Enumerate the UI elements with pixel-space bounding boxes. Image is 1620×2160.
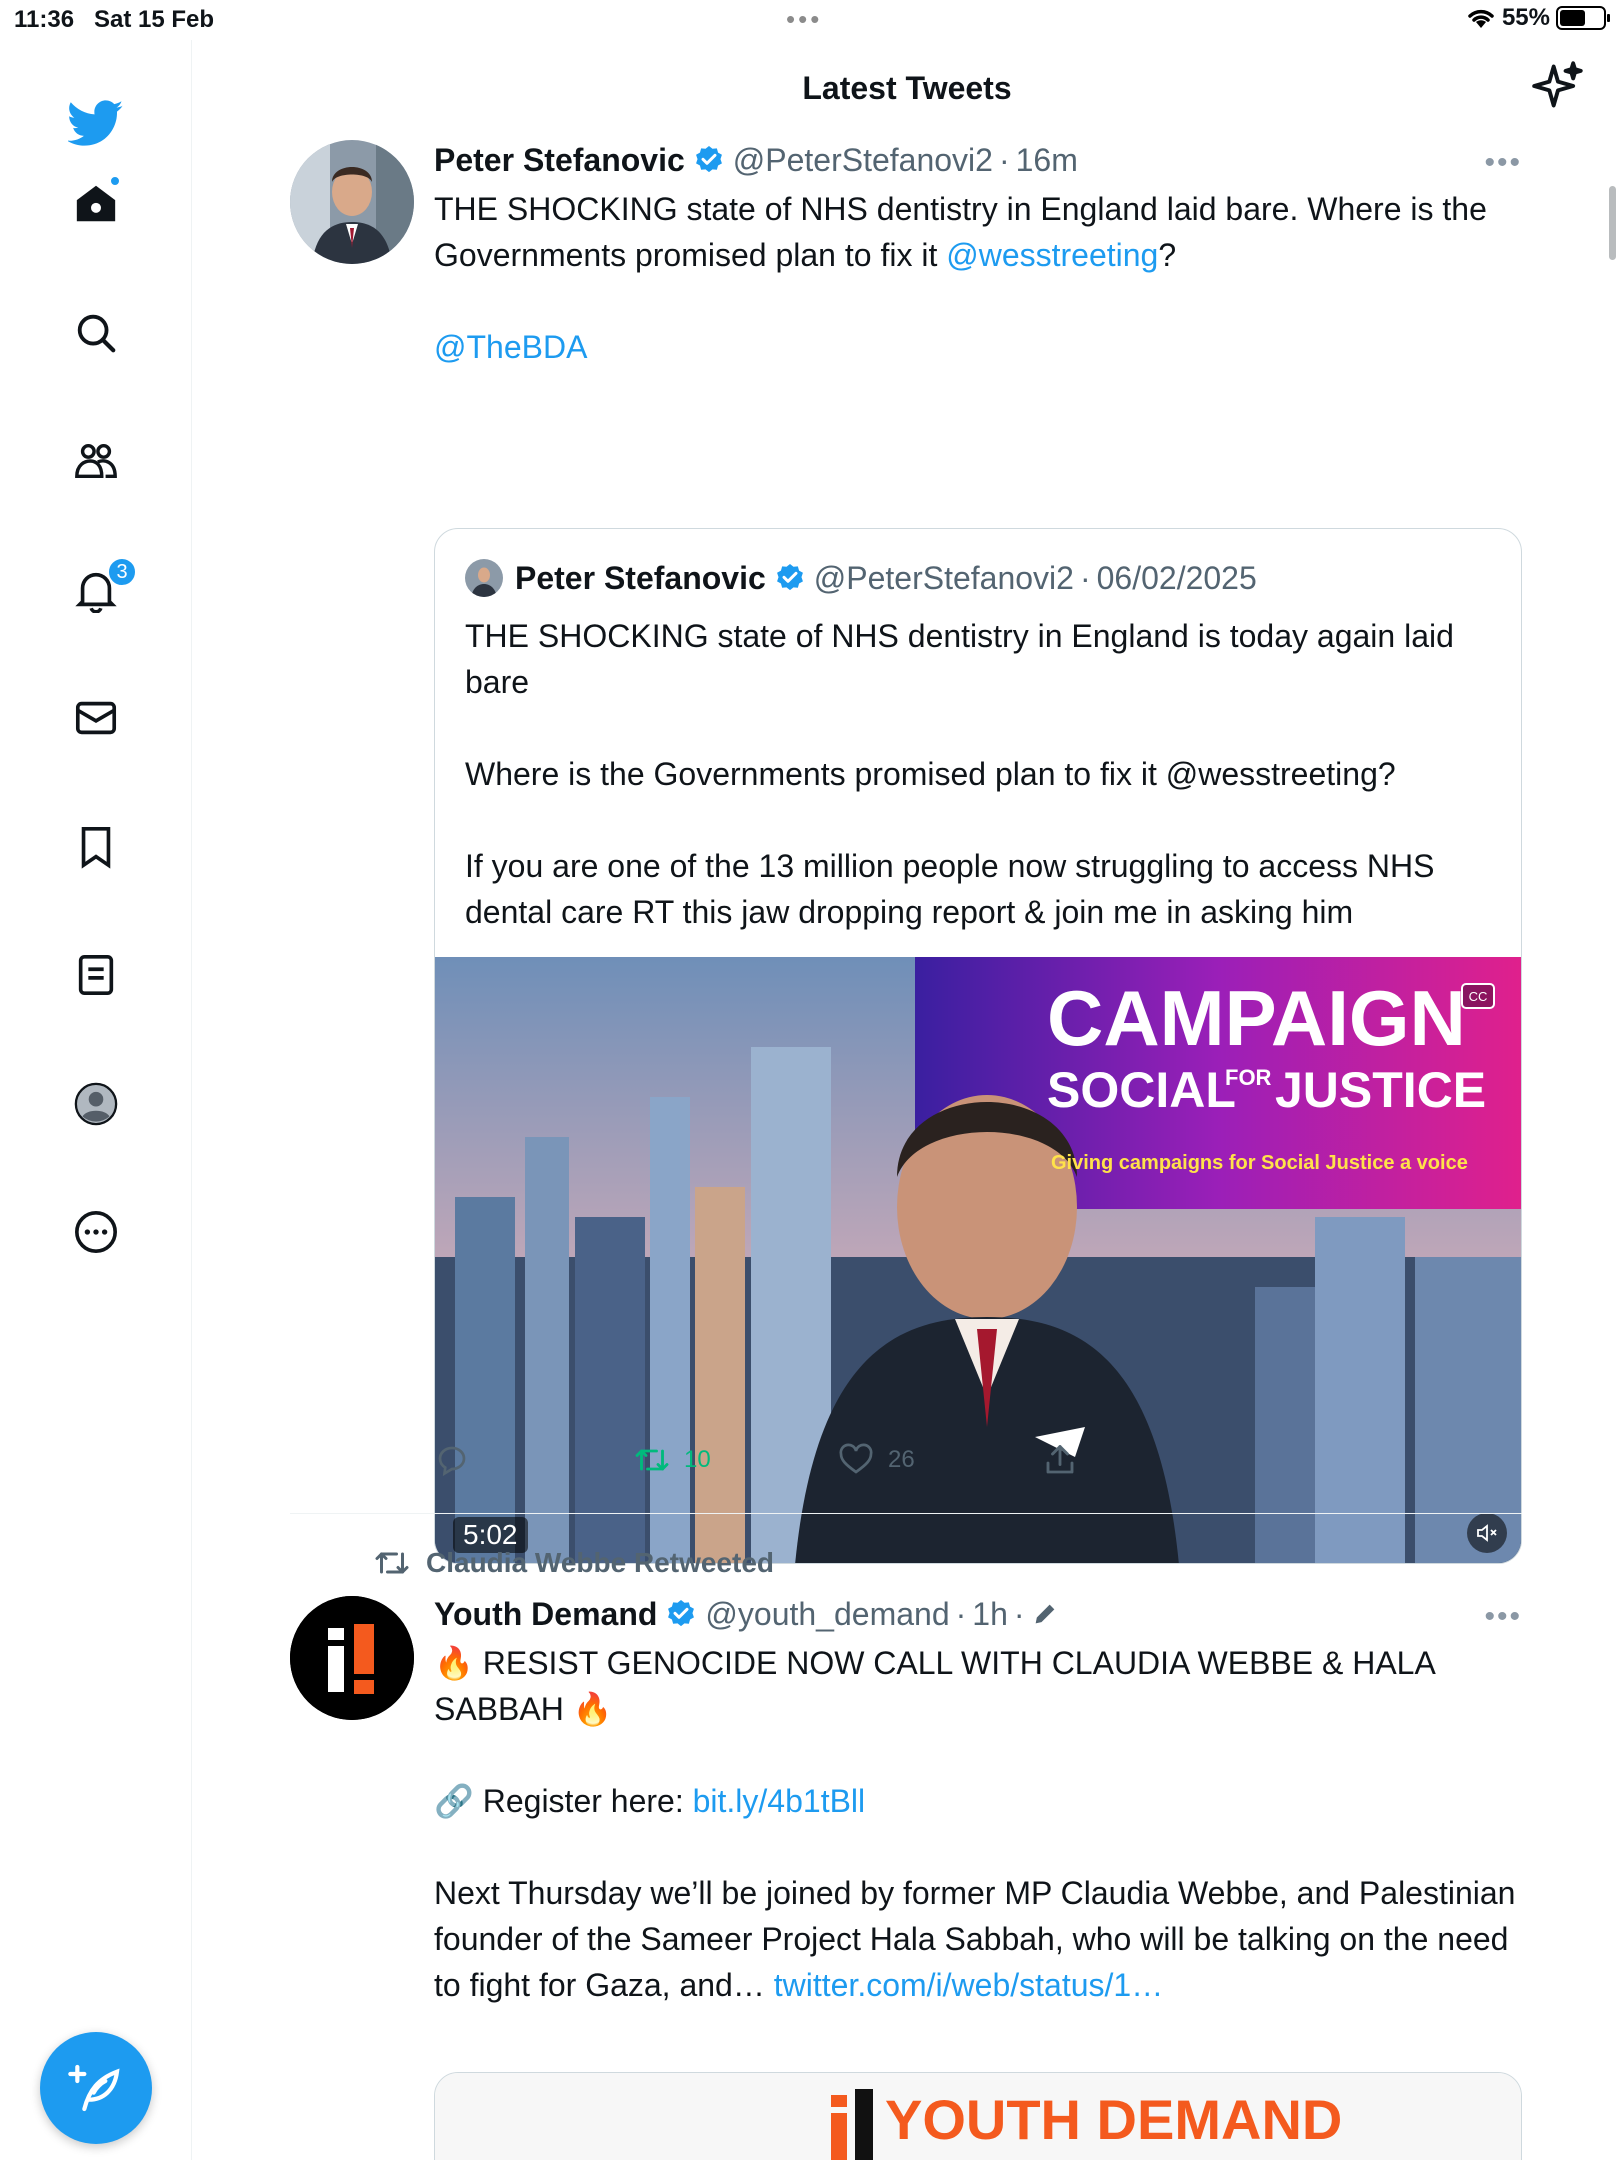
quoted-author-name: Peter Stefanovic: [515, 559, 766, 596]
feather-plus-icon: [68, 2064, 120, 2112]
tweet[interactable]: Peter Stefanovic @PeterStefanovi2 · 16m …: [290, 140, 1522, 1564]
avatar[interactable]: [290, 1596, 414, 1720]
retweet-icon: [635, 1449, 669, 1471]
tweet-header: Youth Demand @youth_demand · 1h ·: [434, 1594, 1522, 1634]
video-banner-social: SOCIAL: [1047, 1062, 1236, 1118]
nav-bookmarks[interactable]: [63, 814, 129, 880]
home-unread-dot: [109, 175, 121, 187]
video-banner-for: FOR: [1225, 1065, 1272, 1090]
status-time: 11:36: [14, 6, 75, 33]
tweet-text-body: Next Thursday we’ll be joined by former …: [434, 1870, 1522, 2008]
heart-icon: [839, 1443, 873, 1474]
separator-dot: ·: [998, 141, 1010, 178]
tweet-text-line1: 🔥 RESIST GENOCIDE NOW CALL WITH CLAUDIA …: [434, 1645, 1443, 1727]
speaker-muted-icon: [1477, 1524, 1497, 1542]
retweeted-by-label: Claudia Webbe Retweeted: [426, 1547, 775, 1578]
mention-link[interactable]: @wesstreeting: [946, 237, 1158, 273]
verified-badge-icon: [695, 146, 722, 173]
author-handle[interactable]: @youth_demand: [705, 1596, 949, 1633]
search-icon: [77, 314, 116, 353]
multitasking-dots[interactable]: •••: [786, 4, 822, 35]
nav-home[interactable]: [63, 171, 129, 237]
status-bar: 11:36 Sat 15 Feb ••• 55%: [0, 0, 1620, 40]
captions-button[interactable]: CC: [1461, 983, 1495, 1009]
mute-button[interactable]: [1467, 1513, 1507, 1553]
video-banner-tagline: Giving campaigns for Social Justice a vo…: [1051, 1152, 1468, 1174]
profile-avatar-icon: [74, 1082, 118, 1126]
sparkle-icon[interactable]: [1532, 60, 1584, 112]
nav-notifications[interactable]: 3: [63, 557, 137, 623]
separator-dot: ·: [955, 1595, 967, 1632]
list-icon: [78, 954, 114, 996]
quoted-avatar: [465, 559, 503, 597]
author-name[interactable]: Youth Demand: [434, 1596, 657, 1633]
verified-badge-icon: [776, 564, 803, 591]
card-logo-text: YOUTH DEMAND: [885, 2088, 1342, 2151]
notifications-badge: 3: [107, 557, 137, 587]
register-label: 🔗 Register here:: [434, 1783, 693, 1819]
bookmark-icon: [81, 826, 111, 869]
mail-icon: [75, 701, 117, 735]
retweet-count: 10: [684, 1446, 711, 1473]
quoted-author-handle: @PeterStefanovi2: [813, 559, 1074, 596]
nav-communities[interactable]: [63, 428, 129, 494]
author-name[interactable]: Peter Stefanovic: [434, 142, 685, 179]
like-button[interactable]: 26: [838, 1442, 915, 1478]
register-line: 🔗 Register here: bit.ly/4b1tBll: [434, 1778, 1522, 1824]
status-indicators: 55%: [1466, 4, 1610, 32]
separator-dot: ·: [1079, 559, 1091, 596]
battery-percent: 55%: [1501, 4, 1550, 31]
communities-icon: [75, 443, 117, 479]
read-more-link[interactable]: twitter.com/i/web/status/1…: [774, 1967, 1163, 2003]
tweet-text-suffix: ?: [1158, 237, 1177, 273]
like-count: 26: [888, 1446, 915, 1473]
more-circle-icon: [75, 1211, 117, 1253]
quoted-tweet-date: 06/02/2025: [1096, 559, 1257, 596]
avatar[interactable]: [290, 140, 414, 264]
video-banner-justice: JUSTICE: [1275, 1062, 1486, 1118]
compose-tweet-button[interactable]: [40, 2032, 152, 2144]
nav-search[interactable]: [63, 300, 129, 366]
quoted-tweet[interactable]: Peter Stefanovic @PeterStefanovi2 · 06/0…: [434, 528, 1522, 1564]
tweet-time[interactable]: 16m: [1016, 142, 1078, 179]
sidebar: 3: [0, 40, 192, 2160]
youth-demand-logo: YOUTH DEMAND: [435, 2073, 1521, 2160]
tweet-header: Peter Stefanovic @PeterStefanovi2 · 16m: [434, 140, 1522, 180]
tweet-divider: [290, 1513, 1522, 1514]
twitter-logo-icon[interactable]: [63, 90, 129, 156]
wifi-icon: [1468, 9, 1494, 28]
register-link[interactable]: bit.ly/4b1tBll: [693, 1783, 866, 1819]
reply-icon: [438, 1446, 466, 1477]
battery-icon: [1556, 6, 1610, 30]
share-button[interactable]: [1042, 1442, 1078, 1478]
reply-button[interactable]: [434, 1442, 484, 1478]
more-options-button[interactable]: •••: [1484, 146, 1522, 180]
tweet-text: THE SHOCKING state of NHS dentistry in E…: [434, 186, 1522, 278]
verified-badge-icon: [668, 1600, 695, 1627]
media-card[interactable]: YOUTH DEMAND: [434, 2072, 1522, 2160]
share-icon: [1046, 1445, 1074, 1474]
tweet-time[interactable]: 1h: [972, 1596, 1008, 1633]
tweet[interactable]: Youth Demand @youth_demand · 1h · ••• 🔥 …: [290, 1594, 1522, 2160]
nav-more[interactable]: [63, 1199, 129, 1265]
tweet-actions: 10 26: [434, 1442, 1134, 1486]
page-title: Latest Tweets: [802, 70, 1012, 106]
status-date: Sat 15 Feb: [94, 6, 215, 33]
separator-dot: ·: [1013, 1595, 1025, 1632]
edited-pencil-icon[interactable]: [1031, 1600, 1059, 1628]
nav-profile[interactable]: [63, 1071, 129, 1137]
retweet-button[interactable]: 10: [634, 1442, 711, 1478]
mention-link[interactable]: @TheBDA: [434, 329, 587, 365]
scrollbar-thumb[interactable]: [1609, 186, 1616, 260]
author-handle[interactable]: @PeterStefanovi2: [733, 142, 993, 179]
video-banner-title: CAMPAIGN: [1047, 974, 1466, 1062]
retweet-icon: [375, 1552, 409, 1574]
retweet-context[interactable]: Claudia Webbe Retweeted: [374, 1545, 774, 1581]
nav-lists[interactable]: [63, 942, 129, 1008]
home-icon: [76, 185, 116, 222]
more-options-button[interactable]: •••: [1484, 1600, 1522, 1634]
quoted-tweet-header: Peter Stefanovic @PeterStefanovi2 · 06/0…: [465, 559, 1257, 597]
quoted-tweet-text: THE SHOCKING state of NHS dentistry in E…: [465, 618, 1454, 930]
nav-messages[interactable]: [63, 685, 129, 751]
